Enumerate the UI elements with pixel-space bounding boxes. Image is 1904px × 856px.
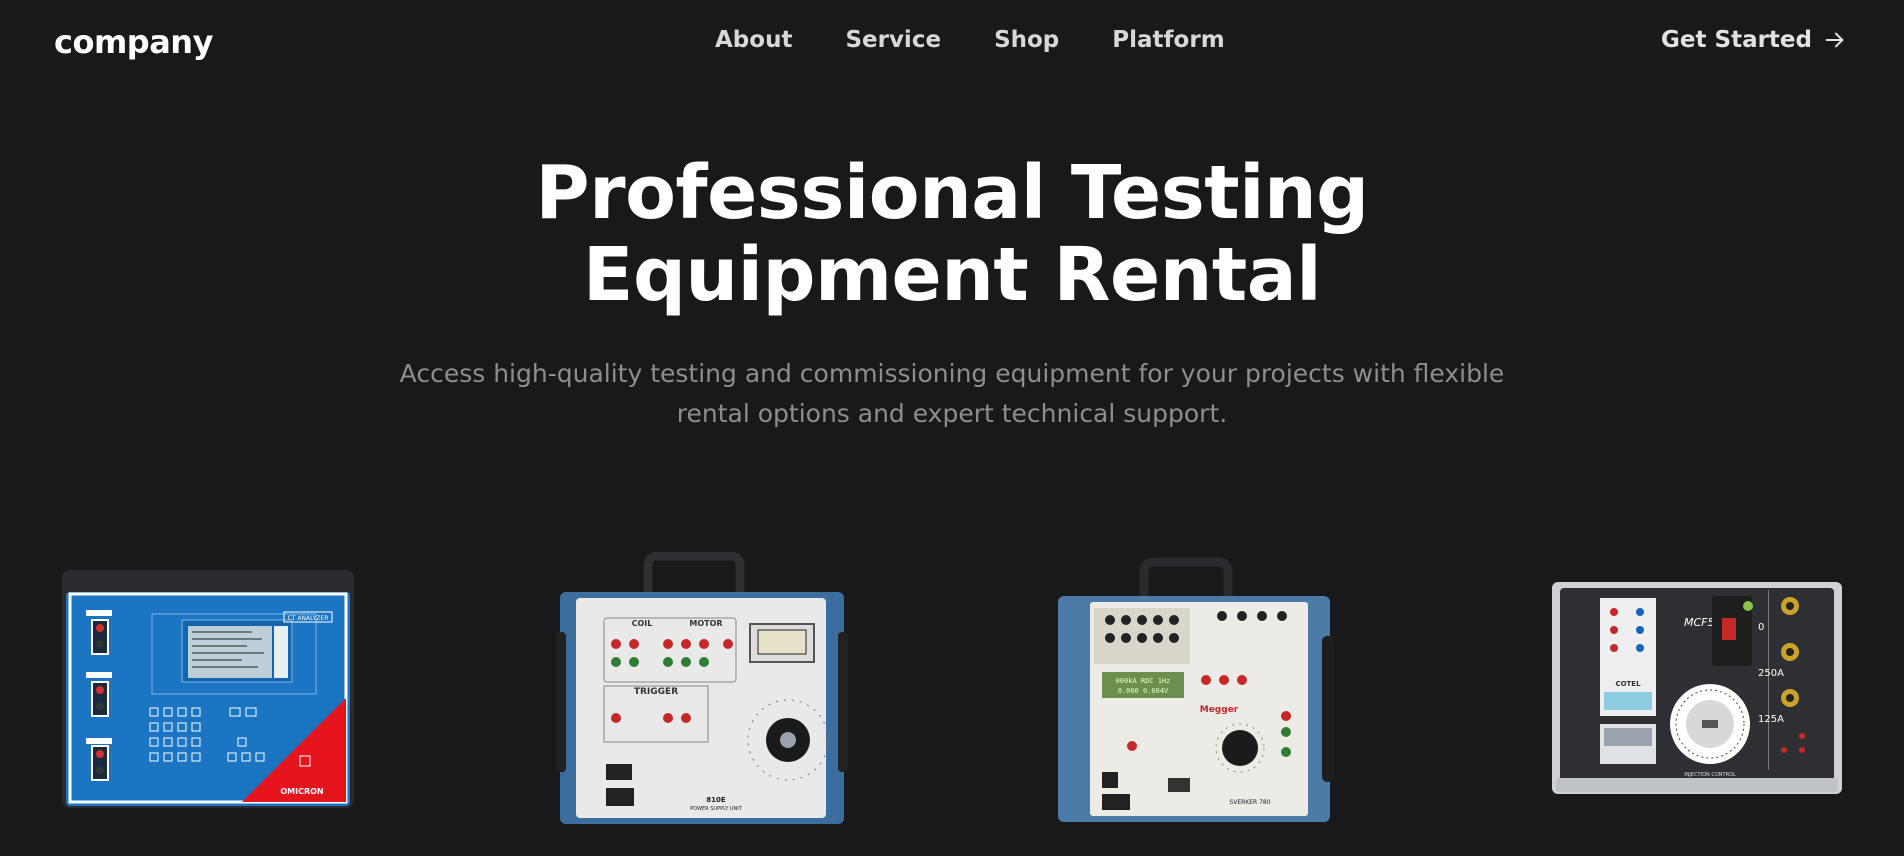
product-sverker-780-image: 000kA RDC 1Hz 0.000 0.004V Megger SVERKE… [1058, 557, 1334, 822]
get-started-label: Get Started [1661, 27, 1812, 53]
nav-shop[interactable]: Shop [994, 27, 1059, 53]
sverker-brand: Megger [1200, 705, 1239, 715]
arrow-right-icon [1825, 32, 1844, 48]
810e-trigger-label: TRIGGER [634, 687, 678, 697]
get-started-button[interactable]: Get Started [1661, 27, 1846, 53]
mcf500n-brand: COTEL [1615, 680, 1641, 688]
ct-analyzer-brand: OMICRON [280, 787, 323, 796]
mcf500n-dial-label: INJECTION CONTROL [1684, 772, 1736, 778]
nav-platform[interactable]: Platform [1112, 27, 1224, 53]
nav-about[interactable]: About [715, 27, 792, 53]
product-mcf500n[interactable]: COTEL MCF500-N INJECTION CONTROL 0 250A … [1552, 580, 1842, 800]
hero-title-line2: Equipment Rental [582, 232, 1322, 318]
810e-sub-label: POWER SUPPLY UNIT [690, 806, 743, 812]
mcf500n-output-250a: 250A [1758, 668, 1784, 679]
mcf500n-output-0: 0 [1758, 622, 1764, 633]
nav-service[interactable]: Service [845, 27, 941, 53]
product-sverker-780[interactable]: 000kA RDC 1Hz 0.000 0.004V Megger SVERKE… [1054, 556, 1340, 826]
product-810e[interactable]: COIL MOTOR TRIGGER 810E POWER SUPPLY UNI… [556, 552, 848, 828]
logo[interactable]: company [54, 23, 213, 61]
sverker-display-line1: 000kA RDC 1Hz [1116, 677, 1171, 685]
product-mcf500n-image: COTEL MCF500-N INJECTION CONTROL 0 250A … [1552, 582, 1842, 794]
mcf500n-output-125a: 125A [1758, 714, 1784, 725]
sverker-display-line2: 0.000 0.004V [1118, 687, 1169, 695]
810e-model-label: 810E [706, 796, 726, 804]
page: company About Service Shop Platform Get … [0, 0, 1904, 856]
hero-title-line1: Professional Testing [535, 150, 1369, 236]
hero-title: Professional Testing Equipment Rental [0, 152, 1904, 316]
hero-subtitle: Access high-quality testing and commissi… [399, 359, 1505, 428]
sverker-model-label: SVERKER 780 [1229, 799, 1270, 806]
product-810e-image: COIL MOTOR TRIGGER 810E POWER SUPPLY UNI… [556, 552, 848, 824]
810e-coil-label: COIL [632, 619, 653, 628]
product-ct-analyzer[interactable]: OMICRON CT ANALYZER [62, 568, 354, 812]
product-ct-analyzer-image: OMICRON CT ANALYZER [62, 570, 354, 808]
810e-motor-label: MOTOR [689, 619, 722, 628]
ct-analyzer-label: CT ANALYZER [288, 615, 329, 622]
main-nav: About Service Shop Platform [715, 27, 1278, 53]
